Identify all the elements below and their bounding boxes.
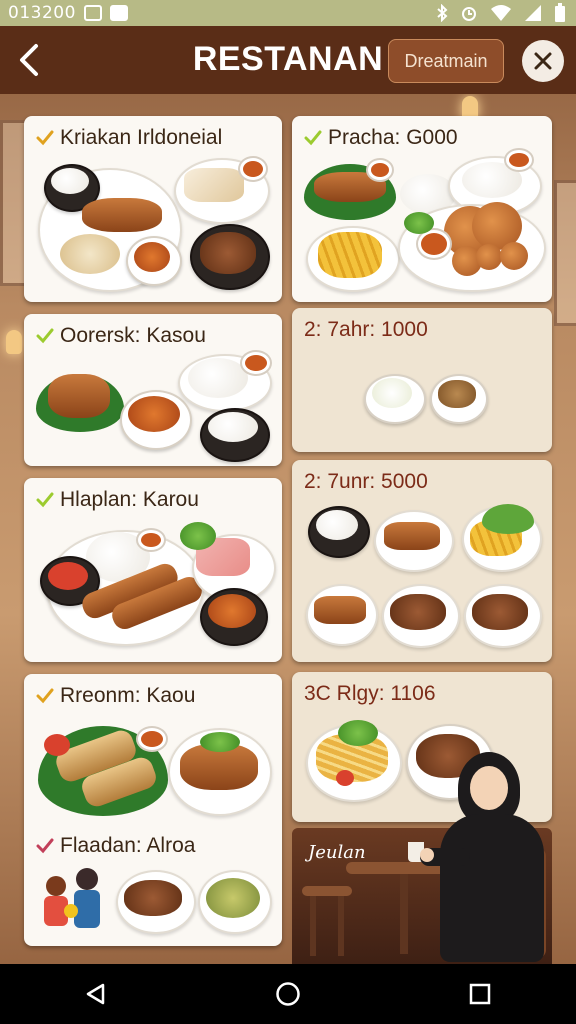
card-title: 3C Rlgy: 1106 [304,682,436,706]
meat-with-greens [472,594,528,630]
card-title-text: Oorersk: Kasou [60,324,206,347]
meat-dish [124,880,182,916]
check-icon [36,328,54,344]
menu-card[interactable]: Kriakan Irldoneial [24,116,282,302]
stew [208,594,256,628]
table-leg [400,874,408,954]
check-icon [36,130,54,146]
nav-back-button[interactable] [76,974,116,1014]
card-title: 2: 7unr: 5000 [304,470,428,494]
card-title-text: Pracha: G000 [328,126,458,149]
sauce-dish [504,148,534,172]
menu-card[interactable]: 2: 7ahr: 1000 [292,308,552,452]
tomato [44,734,70,756]
square-recent-icon [469,983,491,1005]
rice [188,358,248,398]
herbs [338,720,378,746]
fried-chicken [500,242,528,270]
beans [438,380,476,408]
card-title-text: Rreonm: Kaou [60,684,196,707]
check-icon [36,492,54,508]
circle-home-icon [276,982,300,1006]
sauce-dish [136,528,166,552]
card-title-text: Hlaplan: Karou [60,488,199,511]
status-bar: 013200 [0,0,576,26]
card-subtitle: Flaadan: Alroa [36,834,195,858]
triangle-back-icon [86,983,105,1005]
card-title-text: 2: 7unr: 5000 [304,470,428,493]
satay [82,198,162,232]
rice [51,168,89,194]
card-title-text: Flaadan: Alroa [60,834,196,857]
side-dish [372,378,412,408]
status-time: 013200 [8,3,76,23]
menu-card[interactable]: Pracha: G000 [292,116,552,302]
header-action-button[interactable]: Dreatmain [388,39,504,83]
background-lamp [6,330,22,354]
stew [200,232,256,274]
greens [404,212,434,234]
herbs [200,732,240,752]
alarm-icon [462,7,476,21]
satay [48,374,110,418]
people-illustration [42,868,108,934]
menu-card[interactable]: Rreonm: Kaou Flaadan: Alroa [24,674,282,946]
check-icon [304,130,322,146]
sauce-dish [136,726,168,752]
check-icon [36,838,54,854]
close-button[interactable] [522,40,564,82]
notification-icon [109,5,128,21]
tomato [336,770,354,786]
check-icon [36,688,54,704]
fried-meat [390,594,446,630]
sambal [48,562,88,590]
lettuce [482,504,534,534]
signal-icon [525,5,541,21]
rice [316,510,358,540]
rice [208,412,258,442]
soup [128,396,180,432]
fried-chicken [476,244,502,270]
card-title: Rreonm: Kaou [36,684,195,708]
notification-icon [83,5,102,21]
menu-card[interactable]: Hlaplan: Karou [24,478,282,662]
card-title: Hlaplan: Karou [36,488,199,512]
card-title-text: 3C Rlgy: 1106 [304,682,436,705]
nav-recent-button[interactable] [460,974,500,1014]
stool-leg [310,896,316,956]
bluetooth-icon [437,4,448,22]
menu-card[interactable]: Oorersk: Kasou [24,314,282,466]
sauce-dish [238,156,268,182]
wrap [184,168,244,202]
stool-leg [338,896,344,956]
bread [60,234,120,274]
fried-food [314,596,366,624]
card-title: 2: 7ahr: 1000 [304,318,428,342]
app-screen: 013200 RESTANAN Dreatmain Kriakan Irldon… [0,0,576,1024]
salad [180,522,216,550]
background-window-right [554,180,576,326]
sauce-dish [366,158,394,182]
card-title-text: 2: 7ahr: 1000 [304,318,428,341]
menu-card[interactable]: 2: 7unr: 5000 [292,460,552,662]
seated-woman-illustration [420,752,550,962]
nav-home-button[interactable] [268,974,308,1014]
curry [134,242,170,272]
system-nav-bar [0,964,576,1024]
fries [318,232,382,278]
vegetable-dish [206,878,260,918]
card-title: Oorersk: Kasou [36,324,206,348]
card-title-text: Kriakan Irldoneial [60,126,223,149]
restaurant-sign: Jeulan [308,842,366,863]
card-title: Kriakan Irldoneial [36,126,222,150]
battery-icon [555,3,565,22]
card-title: Pracha: G000 [304,126,458,150]
close-icon [534,52,552,70]
wifi-icon [491,5,511,21]
app-header: RESTANAN Dreatmain [0,26,576,94]
stool [302,886,352,896]
fried-food [384,522,440,550]
sauce-dish [240,350,272,376]
